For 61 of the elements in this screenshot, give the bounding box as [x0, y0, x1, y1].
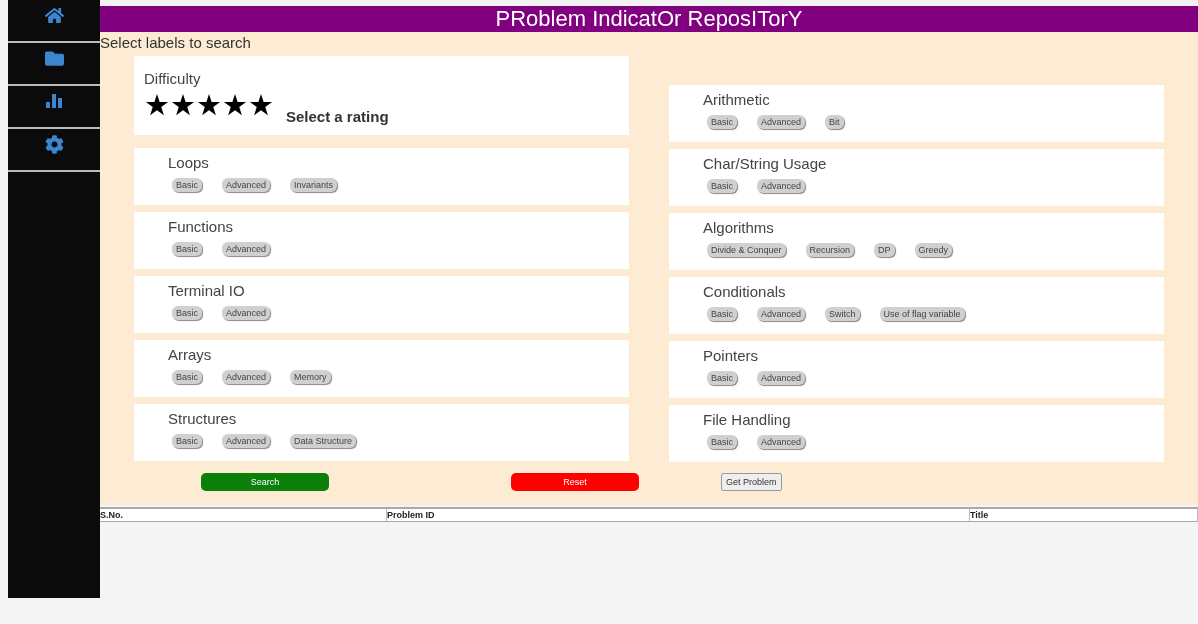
label-chip[interactable]: Advanced	[757, 179, 806, 193]
category-title: Algorithms	[703, 218, 775, 238]
star-icon[interactable]: ★	[222, 91, 248, 120]
rating-hint: Select a rating	[286, 108, 389, 125]
category-title: Arithmetic	[703, 90, 771, 110]
column-header: S.No.	[100, 509, 387, 521]
label-chip[interactable]: Advanced	[222, 242, 271, 256]
label-chip[interactable]: Recursion	[805, 243, 855, 257]
label-chip[interactable]: Greedy	[914, 243, 953, 257]
label-chip[interactable]: Basic	[707, 115, 737, 129]
category-title: Loops	[168, 153, 210, 173]
label-chip[interactable]: Data Structure	[290, 434, 357, 448]
column-header: Title	[970, 509, 1198, 521]
label-chip[interactable]: Invariants	[290, 178, 338, 192]
label-chip[interactable]: Basic	[707, 307, 737, 321]
label-chip[interactable]: Advanced	[222, 306, 271, 320]
bar-chart-icon	[45, 92, 63, 108]
label-chip[interactable]: DP	[874, 243, 895, 257]
category-title: Arrays	[168, 345, 213, 365]
category-title: Pointers	[703, 346, 760, 366]
star-rating[interactable]: ★★★★★	[144, 91, 274, 120]
label-chip[interactable]: Basic	[172, 434, 202, 448]
star-icon[interactable]: ★	[170, 91, 196, 120]
home-icon[interactable]	[44, 6, 64, 25]
label-chip[interactable]: Advanced	[222, 178, 271, 192]
page-title: PRoblem IndicatOr ReposITorY	[100, 6, 1198, 32]
settings-icon[interactable]	[44, 135, 64, 154]
label-chip[interactable]: Use of flag variable	[879, 307, 965, 321]
star-icon[interactable]: ★	[248, 91, 274, 120]
label-chip[interactable]: Memory	[290, 370, 331, 384]
label-chip[interactable]: Basic	[707, 179, 737, 193]
folder-icon[interactable]	[44, 49, 64, 68]
category-title: Conditionals	[703, 282, 787, 302]
reset-button[interactable]: Reset	[511, 473, 639, 491]
label-chip[interactable]: Divide & Conquer	[707, 243, 786, 257]
category-title: Terminal IO	[168, 281, 246, 301]
label-chip[interactable]: Advanced	[757, 371, 806, 385]
label-chip[interactable]: Basic	[172, 306, 202, 320]
label-chip[interactable]: Basic	[707, 435, 737, 449]
label-chip[interactable]: Switch	[825, 307, 860, 321]
label-chip[interactable]: Basic	[172, 178, 202, 192]
label-chip[interactable]: Basic	[172, 370, 202, 384]
get-problem-button[interactable]: Get Problem	[721, 473, 782, 491]
difficulty-title: Difficulty	[144, 69, 202, 89]
label-chip[interactable]: Advanced	[222, 370, 271, 384]
label-chip[interactable]: Bit	[825, 115, 844, 129]
star-icon[interactable]: ★	[144, 91, 170, 120]
star-icon[interactable]: ★	[196, 91, 222, 120]
category-title: Structures	[168, 409, 238, 429]
label-chip[interactable]: Basic	[172, 242, 202, 256]
category-title: Char/String Usage	[703, 154, 828, 174]
search-button[interactable]: Search	[201, 473, 329, 491]
category-title: File Handling	[703, 410, 792, 430]
category-title: Functions	[168, 217, 235, 237]
label-chip[interactable]: Advanced	[757, 435, 806, 449]
label-chip[interactable]: Basic	[707, 371, 737, 385]
label-chip[interactable]: Advanced	[757, 115, 806, 129]
instruction-text: Select labels to search	[100, 33, 252, 53]
label-chip[interactable]: Advanced	[757, 307, 806, 321]
label-chip[interactable]: Advanced	[222, 434, 271, 448]
column-header: Problem ID	[387, 509, 970, 521]
